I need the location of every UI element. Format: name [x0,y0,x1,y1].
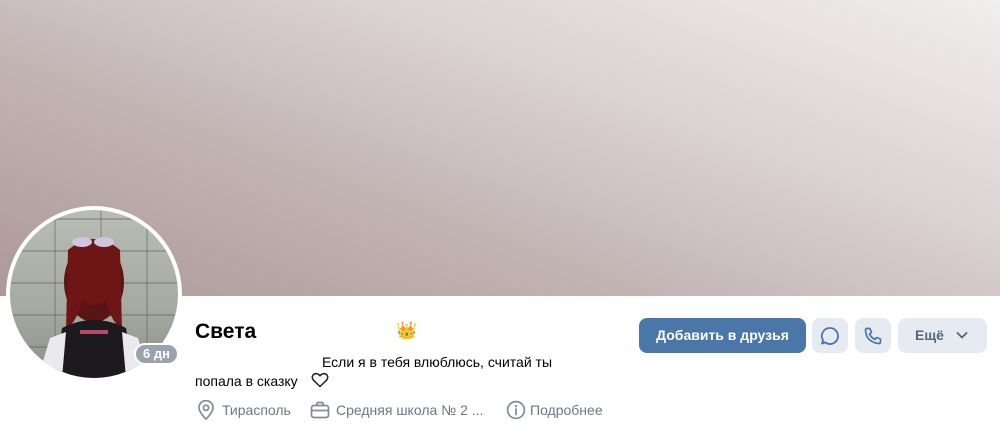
info-school-text: Средняя школа № 2 ... [336,402,484,418]
chevron-down-icon [956,332,968,339]
info-city[interactable]: Тирасполь [197,400,297,420]
heart-icon [311,372,329,388]
location-pin-icon [198,400,214,420]
message-button[interactable] [812,318,848,353]
info-icon [506,400,526,420]
profile-name: Света [195,320,257,343]
online-status-badge: 6 дн [134,343,179,365]
info-city-text: Тирасполь [222,402,291,418]
call-button[interactable] [855,318,891,353]
phone-icon [864,327,882,345]
info-details-text: Подробнее [530,402,603,418]
briefcase-icon [310,401,330,419]
profile-status-line-2: попала в сказку [195,373,298,389]
message-icon [820,327,839,345]
profile-status-line-1: Если я в тебя влюблюсь, считай ты [322,354,553,370]
info-school[interactable]: Средняя школа № 2 ... [310,400,495,420]
crown-emoji: 👑 [396,321,418,340]
more-button[interactable]: Ещё [898,318,987,353]
add-friend-button[interactable]: Добавить в друзья [639,318,806,353]
more-button-label: Ещё [915,327,944,343]
info-details-link[interactable]: Подробнее [506,400,611,420]
